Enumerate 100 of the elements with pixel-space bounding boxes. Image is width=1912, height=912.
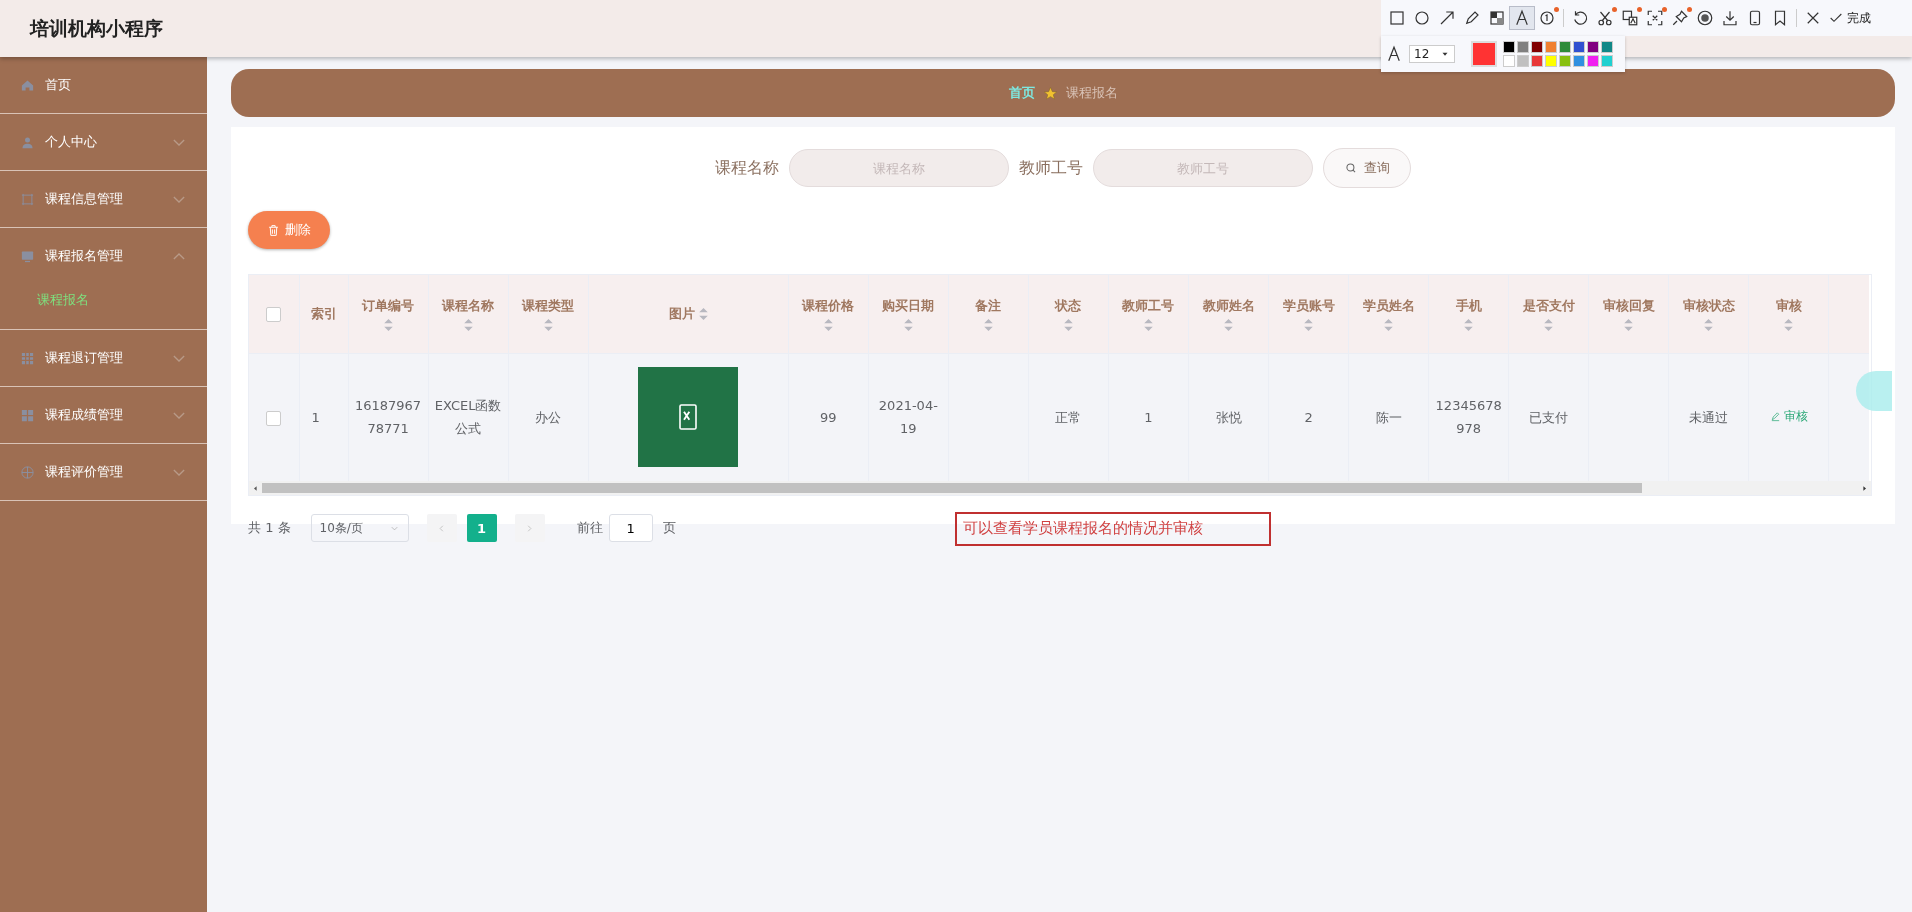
color-swatch[interactable] xyxy=(1517,41,1529,53)
breadcrumb-link[interactable]: 首页 xyxy=(1008,84,1035,102)
table-cell: 2 xyxy=(1304,409,1313,425)
table-cell: 正常 xyxy=(1055,409,1082,425)
scrollbar-thumb[interactable] xyxy=(262,483,1642,493)
color-swatch[interactable] xyxy=(1601,41,1613,53)
sort-icon xyxy=(383,318,393,331)
annotation-textbox[interactable]: 可以查看学员课程报名的情况并审核 xyxy=(955,512,1271,546)
column-header[interactable]: 索引 xyxy=(303,304,344,323)
color-swatch[interactable] xyxy=(1531,41,1543,53)
color-swatch[interactable] xyxy=(1559,41,1571,53)
table-cell: 1 xyxy=(311,409,320,425)
sort-icon xyxy=(1063,318,1073,331)
table-cell: 99 xyxy=(820,409,837,425)
color-swatch[interactable] xyxy=(1573,55,1585,67)
review-link[interactable]: 审核 xyxy=(1763,406,1814,426)
text-icon xyxy=(1513,9,1531,27)
frame-icon xyxy=(1646,9,1664,27)
scroll-left-icon xyxy=(251,483,260,493)
color-swatch[interactable] xyxy=(1531,55,1543,67)
sort-icon xyxy=(543,318,553,331)
frame-icon xyxy=(20,191,35,207)
text-tool[interactable] xyxy=(1510,7,1534,29)
search-button[interactable]: 查询 xyxy=(1323,148,1411,188)
rectangle-icon xyxy=(1388,9,1406,27)
app-title: 培训机构小程序 xyxy=(30,15,163,41)
total-count: 共 1 条 xyxy=(248,519,291,537)
circle-icon xyxy=(1413,9,1431,27)
tiles-icon xyxy=(20,407,35,423)
star-icon xyxy=(1042,85,1058,101)
sort-icon xyxy=(1784,318,1794,331)
checkbox[interactable] xyxy=(266,307,282,323)
horizontal-scrollbar[interactable] xyxy=(249,481,1871,495)
sort-icon xyxy=(698,307,708,320)
table-cell: 2021-04-19 xyxy=(878,398,938,437)
sort-icon xyxy=(1144,318,1153,331)
menu-item[interactable]: 首页 xyxy=(0,57,207,113)
arrow-icon xyxy=(1438,9,1456,27)
menu-item[interactable]: 课程成绩管理 xyxy=(0,387,207,443)
page-size-select[interactable]: 10条/页 xyxy=(310,514,409,542)
trash-icon xyxy=(267,223,280,237)
sort-icon xyxy=(1304,318,1314,331)
sort-icon xyxy=(1544,318,1554,331)
font-icon xyxy=(1385,45,1403,63)
menu-item[interactable]: 课程退订管理 xyxy=(0,330,207,386)
translate-icon xyxy=(1621,9,1639,27)
page-number-field[interactable]: 1 xyxy=(608,514,653,542)
scissors-icon xyxy=(1596,9,1614,27)
color-swatch[interactable] xyxy=(1545,41,1557,53)
pin-icon xyxy=(1671,9,1689,27)
numbered-circle-icon xyxy=(1538,9,1556,27)
grid-icon xyxy=(20,350,35,366)
table-cell: 陈一 xyxy=(1375,409,1402,425)
done-button[interactable]: 完成 xyxy=(1826,9,1873,27)
current-color[interactable] xyxy=(1471,41,1497,67)
table-cell: 已支付 xyxy=(1529,409,1569,425)
menu-item[interactable]: 个人中心 xyxy=(0,114,207,170)
table-cell: 办公 xyxy=(535,409,562,425)
font-size-select[interactable]: 12 xyxy=(1409,45,1455,63)
mosaic-icon xyxy=(1488,9,1506,27)
table-cell: 未通过 xyxy=(1689,409,1729,425)
table-cell: 张悦 xyxy=(1215,409,1242,425)
table-cell: EXCEL函数公式 xyxy=(434,398,502,437)
field-label: 教师工号 xyxy=(1019,157,1083,179)
color-swatch[interactable] xyxy=(1517,55,1529,67)
breadcrumb-link[interactable]: 课程报名 xyxy=(1065,84,1118,102)
page-unit-label: 页 xyxy=(662,519,676,537)
color-swatch[interactable] xyxy=(1573,41,1585,53)
sort-icon xyxy=(463,318,473,331)
table-cell: 12345678978 xyxy=(1435,398,1502,437)
color-swatch[interactable] xyxy=(1601,55,1613,67)
color-swatch[interactable] xyxy=(1503,41,1515,53)
table-cell: 1618796778771 xyxy=(354,398,422,437)
record-icon xyxy=(1696,9,1714,27)
globe-icon xyxy=(20,464,35,480)
color-swatch[interactable] xyxy=(1559,55,1571,67)
color-swatch[interactable] xyxy=(1503,55,1515,67)
pencil-icon xyxy=(1463,9,1481,27)
color-swatch[interactable] xyxy=(1587,41,1599,53)
download-icon xyxy=(1721,9,1739,27)
sort-icon xyxy=(1624,318,1634,331)
menu-item[interactable]: 课程信息管理 xyxy=(0,171,207,227)
sort-icon xyxy=(1224,318,1234,331)
goto-label: 前往 xyxy=(576,519,603,537)
sort-icon xyxy=(903,318,913,331)
delete-button[interactable]: 删除 xyxy=(248,211,330,249)
color-swatch[interactable] xyxy=(1545,55,1557,67)
checkbox[interactable] xyxy=(266,410,282,426)
menu-item[interactable]: 课程评价管理 xyxy=(0,444,207,500)
search-icon xyxy=(1344,161,1358,175)
page-button[interactable]: 1 xyxy=(466,514,497,542)
sort-icon xyxy=(1464,318,1474,331)
scroll-right-icon xyxy=(1860,483,1869,493)
sort-icon xyxy=(1704,318,1714,331)
field-label: 课程名称 xyxy=(715,157,779,179)
sort-icon xyxy=(983,318,993,331)
table-cell: 1 xyxy=(1144,409,1153,425)
sort-icon xyxy=(823,318,833,331)
sort-icon xyxy=(1384,318,1394,331)
color-swatch[interactable] xyxy=(1587,55,1599,67)
